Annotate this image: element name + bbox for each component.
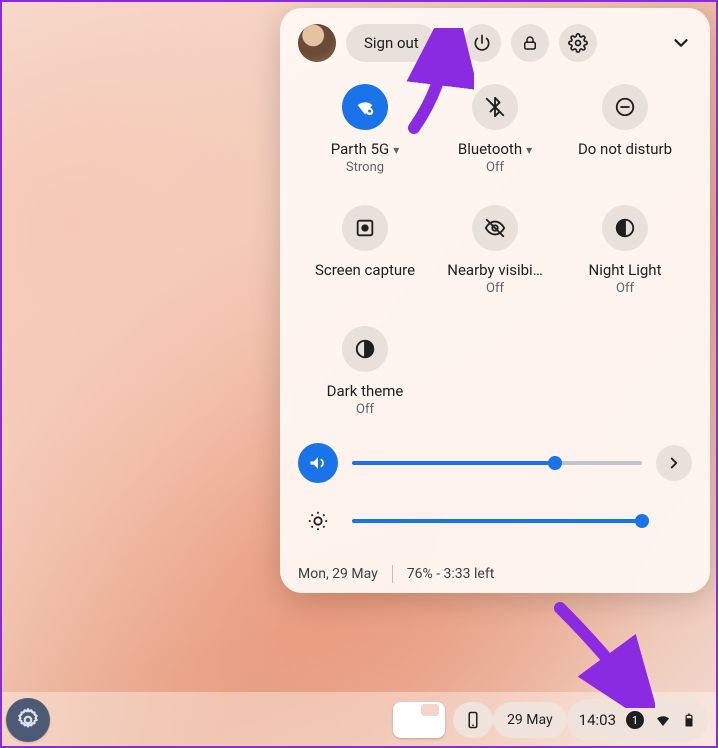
brightness-icon: [307, 510, 329, 532]
toggle-sub: Off: [616, 281, 634, 296]
bluetooth-icon: [484, 96, 506, 118]
toggle-label: Parth 5G▾: [331, 140, 400, 158]
screencap-icon: [354, 217, 376, 239]
signout-button[interactable]: Sign out: [346, 24, 437, 62]
wifi-icon-circle: [342, 84, 388, 130]
toggle-nightlight[interactable]: Night Light Off: [560, 205, 690, 296]
chevron-down-icon: ▾: [393, 143, 399, 157]
power-button[interactable]: [463, 24, 501, 62]
quick-toggles-grid: Parth 5G▾ Strong Bluetooth▾ Off Do not distu…: [300, 84, 690, 417]
darktheme-icon: [354, 338, 376, 360]
toggle-sub: Off: [356, 402, 374, 417]
nightlight-icon: [614, 217, 636, 239]
brightness-slider-row: [298, 501, 692, 541]
brightness-slider[interactable]: [352, 519, 642, 523]
toggle-nearby[interactable]: Nearby visibi… Off: [430, 205, 560, 296]
toggle-label: Dark theme: [327, 382, 404, 400]
avatar[interactable]: [298, 24, 336, 62]
phone-icon: [464, 711, 482, 729]
lock-button[interactable]: [511, 24, 549, 62]
toggle-wifi[interactable]: Parth 5G▾ Strong: [300, 84, 430, 175]
phone-hub-button[interactable]: [453, 702, 493, 738]
sliders-section: [298, 443, 692, 541]
panel-top-row: Sign out: [298, 24, 692, 62]
gear-icon: [568, 33, 588, 53]
volume-slider[interactable]: [352, 461, 642, 465]
chevron-down-icon: ▾: [526, 143, 532, 157]
toggle-sub: Strong: [346, 160, 384, 175]
dnd-icon-circle: [602, 84, 648, 130]
footer-date: Mon, 29 May: [298, 566, 378, 582]
collapse-chevron-icon[interactable]: [670, 32, 692, 54]
status-tray[interactable]: 14:03 1: [567, 699, 708, 741]
chevron-right-icon: [665, 454, 683, 472]
nightlight-icon-circle: [602, 205, 648, 251]
volume-slider-row: [298, 443, 692, 483]
footer-battery: 76% - 3:33 left: [407, 566, 495, 582]
nearby-icon: [484, 217, 506, 239]
toggle-label: Night Light: [589, 261, 662, 279]
settings-button[interactable]: [559, 24, 597, 62]
nearby-icon-circle: [472, 205, 518, 251]
battery-icon: [682, 711, 696, 729]
darktheme-icon-circle: [342, 326, 388, 372]
wifi-icon: [354, 96, 376, 118]
panel-footer: Mon, 29 May 76% - 3:33 left: [298, 559, 692, 583]
bluetooth-icon-circle: [472, 84, 518, 130]
toggle-sub: Off: [486, 160, 504, 175]
shelf-time: 14:03: [579, 711, 616, 729]
audio-output-button[interactable]: [656, 445, 692, 481]
volume-icon: [308, 453, 328, 473]
toggle-darktheme[interactable]: Dark theme Off: [300, 326, 430, 417]
dnd-icon: [614, 96, 636, 118]
shelf-date: 29 May: [507, 712, 553, 728]
toggle-dnd[interactable]: Do not disturb: [560, 84, 690, 175]
toggle-label: Bluetooth▾: [458, 140, 532, 158]
footer-divider: [392, 565, 393, 583]
toggle-sub: Off: [486, 281, 504, 296]
brightness-icon-wrap: [298, 501, 338, 541]
power-icon: [472, 33, 492, 53]
toggle-label: Nearby visibi…: [447, 261, 542, 279]
launcher-gear-icon: [15, 707, 41, 733]
wifi-icon: [654, 711, 672, 729]
launcher-button[interactable]: [6, 698, 50, 742]
quick-settings-panel: Sign out Parth 5G▾ Strong Bluetooth▾ Off Do …: [280, 8, 710, 593]
notification-badge: 1: [626, 711, 644, 729]
signout-label: Sign out: [364, 34, 419, 52]
toggle-label: Do not disturb: [578, 140, 672, 158]
toggle-bluetooth[interactable]: Bluetooth▾ Off: [430, 84, 560, 175]
toggle-label: Screen capture: [315, 261, 415, 279]
shelf-window-thumbnail[interactable]: [393, 702, 445, 738]
shelf-date-pill[interactable]: 29 May: [493, 702, 567, 738]
toggle-screencap[interactable]: Screen capture: [300, 205, 430, 296]
volume-button[interactable]: [298, 443, 338, 483]
lock-icon: [521, 34, 539, 52]
screencap-icon-circle: [342, 205, 388, 251]
shelf: 29 May 14:03 1: [0, 692, 718, 748]
